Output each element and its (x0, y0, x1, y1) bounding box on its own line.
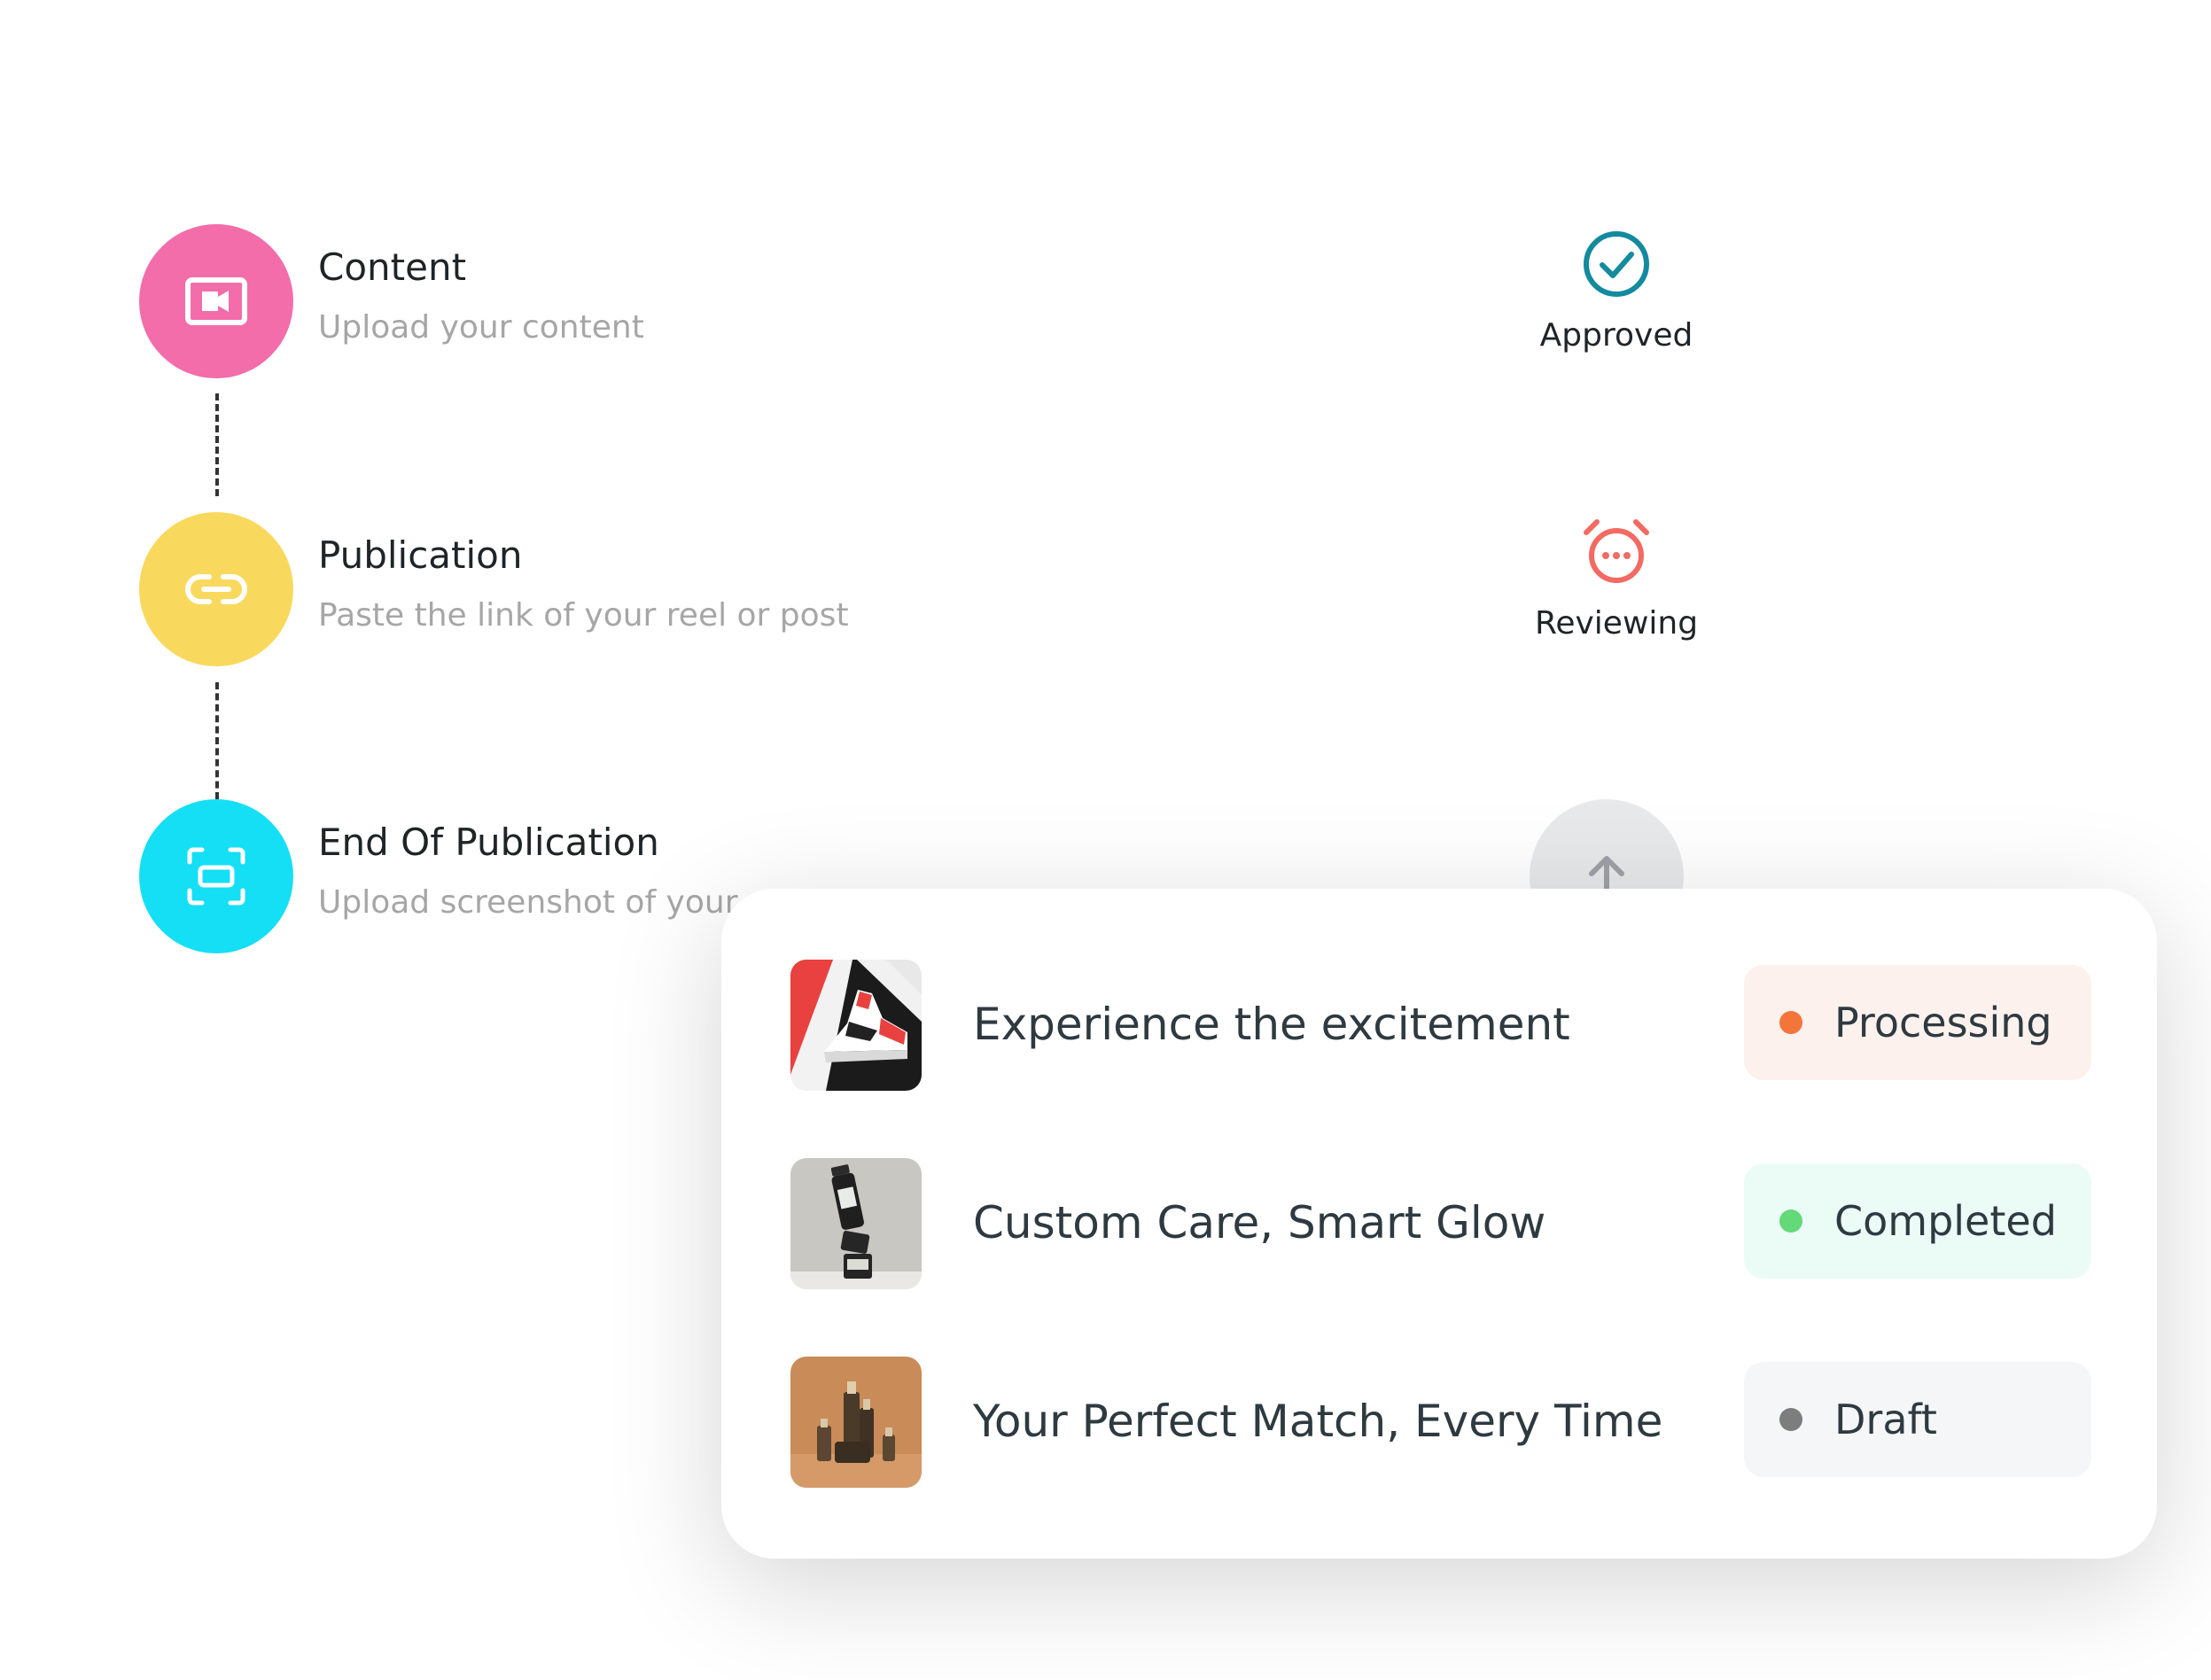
step-subtitle: Upload screenshot of your (318, 884, 738, 921)
sneaker-thumbnail (790, 960, 922, 1091)
status-badge-label: Completed (1834, 1197, 2057, 1245)
status-badge: Draft (1744, 1362, 2091, 1477)
step-title: Content (318, 245, 467, 289)
campaign-row[interactable]: Custom Care, Smart Glow Completed (790, 1158, 2093, 1289)
check-circle-icon (1584, 231, 1649, 297)
status-badge-label: Draft (1834, 1396, 1937, 1443)
status-reviewing: Reviewing (1501, 517, 1732, 642)
status-badge-label: Processing (1834, 999, 2052, 1046)
status-dot (1779, 1408, 1802, 1431)
step-title: End Of Publication (318, 821, 659, 864)
step-circle-end-of-publication[interactable] (139, 799, 293, 953)
campaign-list-card: Experience the excitement Processing Cus… (721, 889, 2157, 1559)
status-badge: Processing (1744, 965, 2091, 1080)
campaign-title: Experience the excitement (973, 999, 1570, 1050)
campaign-title: Your Perfect Match, Every Time (973, 1396, 1663, 1447)
step-publication[interactable]: Publication Paste the link of your reel … (139, 512, 1734, 666)
step-circle-publication[interactable] (139, 512, 293, 666)
status-badge: Completed (1744, 1163, 2091, 1279)
status-label: Approved (1539, 317, 1693, 354)
link-icon (185, 574, 247, 604)
video-icon (185, 277, 247, 325)
alarm-clock-icon (1584, 519, 1649, 583)
campaign-row[interactable]: Your Perfect Match, Every Time Draft (790, 1357, 2093, 1488)
skincare-bottles-thumbnail (790, 1158, 922, 1289)
step-connector (215, 682, 219, 799)
step-subtitle: Upload your content (318, 309, 644, 346)
step-title: Publication (318, 533, 523, 577)
status-approved: Approved (1501, 229, 1732, 354)
status-label: Reviewing (1534, 605, 1699, 642)
step-circle-content[interactable] (139, 224, 293, 378)
campaign-row[interactable]: Experience the excitement Processing (790, 960, 2093, 1091)
step-content[interactable]: Content Upload your content (139, 224, 1734, 378)
campaign-title: Custom Care, Smart Glow (973, 1197, 1546, 1248)
serum-bottles-thumbnail (790, 1357, 922, 1488)
status-dot (1779, 1209, 1802, 1233)
screenshot-icon (187, 847, 245, 906)
step-subtitle: Paste the link of your reel or post (318, 597, 849, 634)
step-connector (215, 393, 219, 496)
status-dot (1779, 1011, 1802, 1034)
